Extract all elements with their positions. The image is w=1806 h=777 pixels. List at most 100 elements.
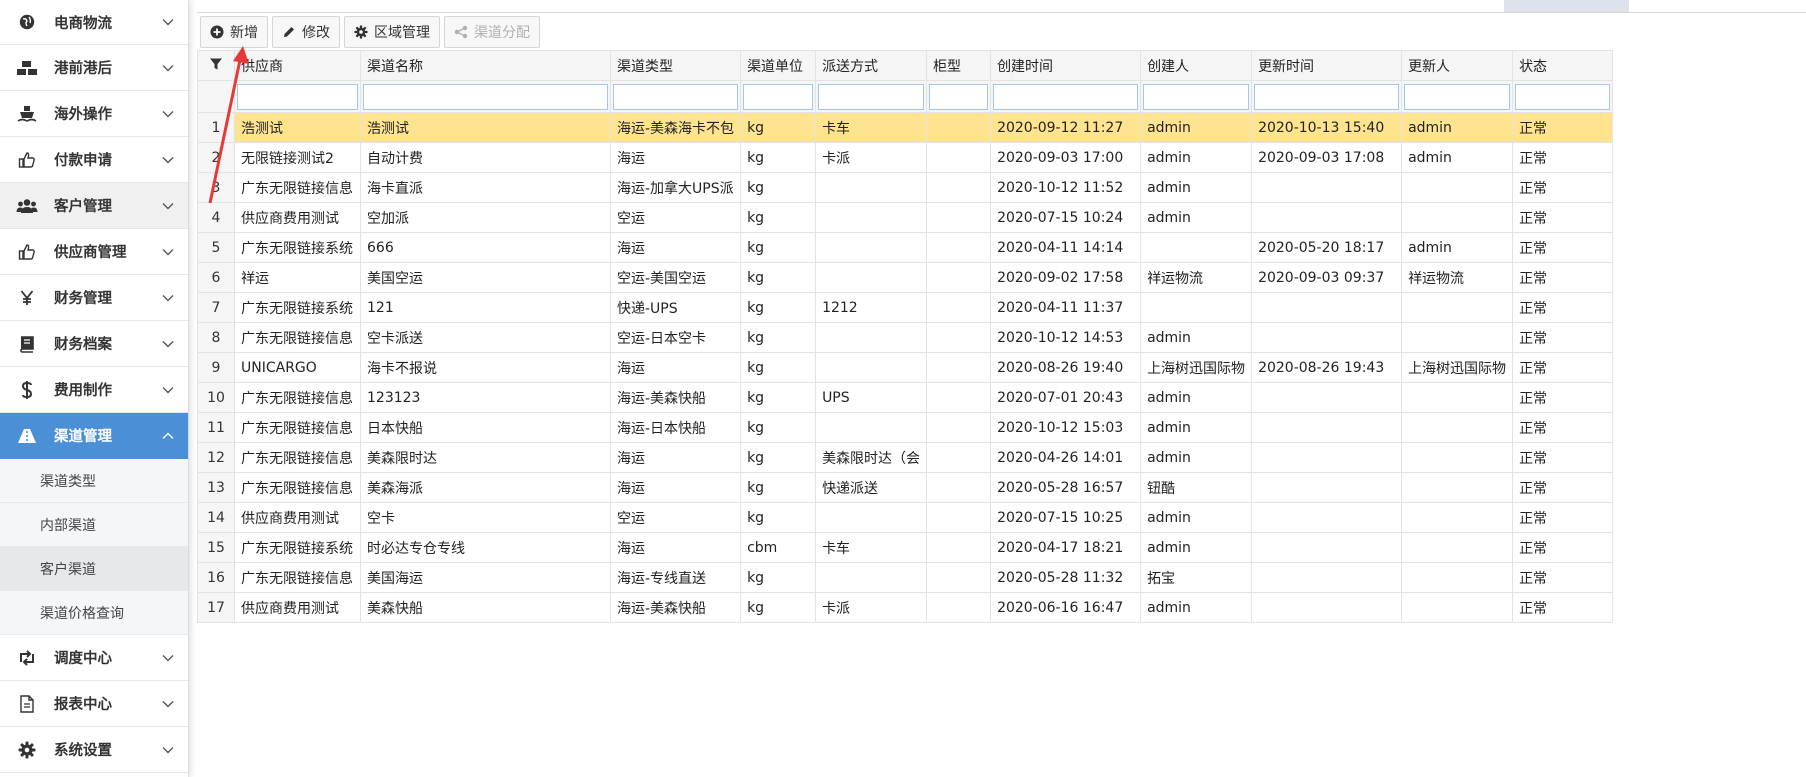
column-header[interactable]: 渠道单位	[740, 50, 817, 81]
column-filter-input[interactable]	[363, 83, 608, 110]
table-cell: kg	[740, 292, 817, 323]
column-header[interactable]: 创建时间	[990, 50, 1142, 81]
table-cell: 海运-专线直送	[609, 562, 742, 593]
table-cell: admin	[1140, 382, 1253, 413]
filter-cell	[360, 80, 611, 113]
table-cell: 正常	[1512, 592, 1614, 623]
table-cell: 正常	[1512, 292, 1614, 323]
sidebar-item-overseas[interactable]: 海外操作	[0, 91, 188, 137]
table-cell: kg	[740, 382, 817, 413]
tab-strip-segment[interactable]	[1504, 0, 1629, 12]
column-header[interactable]: 状态	[1512, 50, 1614, 81]
table-row[interactable]: 8 广东无限链接信息 空卡派送 空运-日本空卡 kg 2020-10-12 14:53 ad…	[197, 322, 1614, 353]
chevron-down-icon	[148, 64, 188, 72]
table-cell	[926, 532, 992, 563]
column-filter-input[interactable]	[613, 83, 739, 110]
filter-icon	[209, 58, 223, 75]
table-cell	[926, 112, 992, 143]
sidebar-item-finance-management[interactable]: 财务管理	[0, 275, 188, 321]
table-row[interactable]: 11 广东无限链接信息 日本快船 海运-日本快船 kg 2020-10-12 15:03 a…	[197, 412, 1614, 443]
region-management-button[interactable]: 区域管理	[344, 16, 440, 48]
column-header[interactable]: 柜型	[926, 50, 992, 81]
table-row[interactable]: 4 供应商费用测试 空加派 空运 kg 2020-07-15 10:24 admin 正常	[197, 202, 1614, 233]
table-row[interactable]: 17 供应商费用测试 美森快船 海运-美森快船 kg 卡派 2020-06-16 16:47…	[197, 592, 1614, 623]
column-filter-input[interactable]	[1254, 83, 1400, 110]
filter-row-spacer	[197, 80, 235, 113]
submenu-item-channel-type[interactable]: 渠道类型	[0, 459, 188, 503]
sidebar-item-fee-making[interactable]: 费用制作	[0, 367, 188, 413]
sidebar-item-payment-request[interactable]: 付款申请	[0, 137, 188, 183]
table-cell: 123123	[360, 382, 611, 413]
column-filter-toggle[interactable]	[197, 50, 235, 81]
submenu-item-customer-channel[interactable]: 客户渠道	[0, 547, 188, 591]
sidebar-item-port[interactable]: 港前港后	[0, 45, 188, 91]
sidebar-item-finance-archive[interactable]: 财务档案	[0, 321, 188, 367]
table-cell: 正常	[1512, 472, 1614, 503]
column-header[interactable]: 更新时间	[1251, 50, 1403, 81]
column-header[interactable]: 创建人	[1140, 50, 1253, 81]
table-row[interactable]: 2 无限链接测试2 自动计费 海运 kg 卡派 2020-09-03 17:00 admin 2…	[197, 142, 1614, 173]
sidebar-item-ecommerce-logistics[interactable]: 电商物流	[0, 0, 188, 45]
table-row[interactable]: 5 广东无限链接系统 666 海运 kg 2020-04-11 14:14 2020-05-…	[197, 232, 1614, 263]
table-row[interactable]: 1 浩测试 浩测试 海运-美森海卡不包 kg 卡车 2020-09-12 11:27 admi…	[197, 112, 1614, 143]
table-cell: 广东无限链接信息	[234, 562, 361, 593]
table-row[interactable]: 12 广东无限链接信息 美森限时达 海运 kg 美森限时达（会 2020-04-26 14:…	[197, 442, 1614, 473]
table-cell	[926, 292, 992, 323]
table-cell	[1401, 592, 1514, 623]
column-header[interactable]: 派送方式	[815, 50, 928, 81]
chevron-down-icon	[148, 654, 188, 662]
table-cell: 祥运	[234, 262, 361, 293]
table-cell: 正常	[1512, 202, 1614, 233]
table-cell: admin	[1140, 592, 1253, 623]
table-row[interactable]: 14 供应商费用测试 空卡 空运 kg 2020-07-15 10:25 admin 正常	[197, 502, 1614, 533]
column-filter-input[interactable]	[993, 83, 1139, 110]
column-filter-input[interactable]	[1143, 83, 1250, 110]
table-row[interactable]: 15 广东无限链接系统 时必达专仓专线 海运 cbm 卡车 2020-04-17 18:21…	[197, 532, 1614, 563]
pencil-icon	[282, 25, 296, 39]
column-filter-input[interactable]	[1404, 83, 1511, 110]
table-cell: 卡派	[815, 142, 928, 173]
table-row[interactable]: 3 广东无限链接信息 海卡直派 海运-加拿大UPS派 kg 2020-10-12 11:5…	[197, 172, 1614, 203]
table-row[interactable]: 6 祥运 美国空运 空运-美国空运 kg 2020-09-02 17:58 祥运物流 2020…	[197, 262, 1614, 293]
sidebar-item-system-settings[interactable]: 系统设置	[0, 727, 188, 773]
table-row[interactable]: 16 广东无限链接信息 美国海运 海运-专线直送 kg 2020-05-28 11:32 拓…	[197, 562, 1614, 593]
add-button[interactable]: 新增	[200, 16, 268, 48]
table-cell: kg	[740, 142, 817, 173]
table-cell: 广东无限链接信息	[234, 442, 361, 473]
column-header[interactable]: 渠道名称	[360, 50, 611, 81]
table-cell: 2020-08-26 19:43	[1251, 352, 1403, 383]
table-cell: UNICARGO	[234, 352, 361, 383]
table-cell: 海运	[609, 532, 742, 563]
table-cell: 上海树迅国际物	[1140, 352, 1253, 383]
column-filter-input[interactable]	[818, 83, 925, 110]
column-header[interactable]: 渠道类型	[609, 50, 742, 81]
table-cell: 海卡直派	[360, 172, 611, 203]
sidebar-item-report-center[interactable]: 报表中心	[0, 681, 188, 727]
sidebar-item-channel-management[interactable]: 渠道管理	[0, 413, 188, 459]
table-row[interactable]: 9 UNICARGO 海卡不报说 海运 kg 2020-08-26 19:40 上海树迅国际…	[197, 352, 1614, 383]
table-cell: kg	[740, 322, 817, 353]
sidebar-item-customer-management[interactable]: 客户管理	[0, 183, 188, 229]
table-row[interactable]: 7 广东无限链接系统 121 快递-UPS kg 1212 2020-04-11 11:37…	[197, 292, 1614, 323]
submenu-item-channel-price-query[interactable]: 渠道价格查询	[0, 591, 188, 635]
column-header[interactable]: 供应商	[234, 50, 361, 81]
column-filter-input[interactable]	[1515, 83, 1611, 110]
table-row[interactable]: 10 广东无限链接信息 123123 海运-美森快船 kg UPS 2020-07-01 2…	[197, 382, 1614, 413]
table-cell: kg	[740, 442, 817, 473]
table-cell	[1140, 292, 1253, 323]
column-filter-input[interactable]	[929, 83, 989, 110]
edit-button[interactable]: 修改	[272, 16, 340, 48]
sidebar-item-supplier-management[interactable]: 供应商管理	[0, 229, 188, 275]
submenu-item-internal-channel[interactable]: 内部渠道	[0, 503, 188, 547]
table-row[interactable]: 13 广东无限链接信息 美森海派 海运 kg 快递派送 2020-05-28 16:57 钮酷…	[197, 472, 1614, 503]
tab-strip	[197, 0, 1806, 13]
channel-assign-button[interactable]: 渠道分配	[444, 16, 540, 48]
sidebar-item-label: 费用制作	[54, 383, 112, 399]
sidebar-item-dispatch-center[interactable]: 调度中心	[0, 635, 188, 681]
column-filter-input[interactable]	[237, 83, 358, 110]
table-cell: 海运-美森快船	[609, 592, 742, 623]
chevron-down-icon	[148, 340, 188, 348]
table-cell: 2020-04-17 18:21	[990, 532, 1142, 563]
column-filter-input[interactable]	[743, 83, 814, 110]
column-header[interactable]: 更新人	[1401, 50, 1514, 81]
